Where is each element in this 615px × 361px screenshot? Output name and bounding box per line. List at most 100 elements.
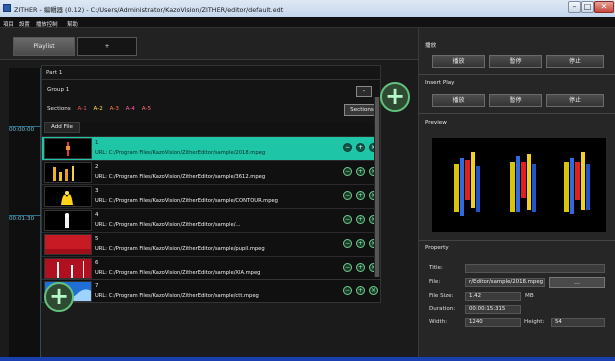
thumbnail bbox=[44, 234, 92, 255]
minus-icon[interactable]: − bbox=[343, 215, 352, 224]
window-title: ZITHER - 編輯器 (0.12) - C:/Users/Administr… bbox=[14, 6, 284, 14]
file-row[interactable]: 6 URL: C:/Program Files/KazoVision/Zithe… bbox=[42, 256, 380, 280]
preview-title: Preview bbox=[425, 120, 447, 126]
file-path-field[interactable]: r/Editor/sample/2018.mpeg bbox=[465, 278, 545, 287]
minus-icon[interactable]: − bbox=[343, 286, 352, 295]
file-number: 3 bbox=[95, 188, 99, 194]
duration-field: 00:00:15:315 bbox=[465, 305, 521, 314]
file-number: 4 bbox=[95, 212, 99, 218]
file-number: 7 bbox=[95, 283, 99, 289]
file-label: File: bbox=[429, 279, 441, 285]
play-button[interactable]: 播放 bbox=[432, 55, 485, 68]
preview-image bbox=[454, 152, 590, 216]
minus-icon[interactable]: − bbox=[343, 263, 352, 272]
plus-icon[interactable]: + bbox=[356, 286, 365, 295]
divider bbox=[419, 113, 615, 114]
thumbnail bbox=[44, 186, 92, 207]
title-field[interactable] bbox=[465, 264, 605, 273]
plus-icon[interactable]: + bbox=[356, 215, 365, 224]
menu-item-playback[interactable]: 播放控制 bbox=[36, 20, 58, 28]
section-tag[interactable]: A-2 bbox=[94, 106, 103, 112]
group-collapse-button[interactable]: - bbox=[356, 86, 372, 97]
playback-section-title: 播放 bbox=[425, 43, 437, 49]
insert-stop-button[interactable]: 停止 bbox=[546, 94, 604, 107]
plus-icon[interactable]: + bbox=[356, 143, 365, 152]
part-label: Part 1 bbox=[46, 70, 63, 76]
app-icon bbox=[3, 4, 11, 12]
insert-play-button[interactable]: 播放 bbox=[432, 94, 485, 107]
thumbnail bbox=[44, 258, 92, 279]
file-row[interactable]: 1 URL: C:/Program Files/KazoVision/Zithe… bbox=[42, 136, 380, 160]
close-button[interactable]: ✕ bbox=[594, 1, 614, 13]
insert-play-title: Insert Play bbox=[425, 80, 455, 86]
file-url: URL: C:/Program Files/KazoVision/ZitherE… bbox=[95, 222, 241, 228]
taskbar-strip bbox=[0, 357, 615, 361]
minus-icon[interactable]: − bbox=[343, 191, 352, 200]
file-number: 2 bbox=[95, 164, 99, 170]
plus-icon[interactable]: + bbox=[356, 167, 365, 176]
file-size-label: File Size: bbox=[429, 293, 454, 299]
file-number: 5 bbox=[95, 236, 99, 242]
minus-icon[interactable]: − bbox=[343, 143, 352, 152]
section-tag[interactable]: A-1 bbox=[77, 106, 86, 112]
file-url: URL: C:/Program Files/KazoVision/ZitherE… bbox=[95, 150, 266, 156]
timeline-ruler: 00:00:00 00:01:30 bbox=[9, 68, 41, 358]
insert-pause-button[interactable]: 暫停 bbox=[489, 94, 542, 107]
group-label: Group 1 bbox=[47, 87, 70, 93]
width-label: Width: bbox=[429, 319, 448, 325]
thumbnail bbox=[44, 162, 92, 183]
add-part-plus-icon[interactable]: + bbox=[44, 282, 74, 312]
tab-strip: Playlist + bbox=[0, 28, 418, 60]
width-field[interactable]: 1240 bbox=[465, 318, 521, 327]
file-url: URL: C:/Program Files/KazoVision/ZitherE… bbox=[95, 174, 266, 180]
playlist-panel: Playlist + 00:00:00 00:01:30 Part 1 Grou… bbox=[0, 28, 418, 361]
sections-list: Sections A-1 A-2 A-3 A-4 A-5 bbox=[47, 106, 151, 112]
group-row[interactable]: Group 1 - Sections A-1 A-2 A-3 A-4 A-5 S… bbox=[42, 80, 380, 122]
thumbnail bbox=[44, 138, 92, 159]
property-title: Property bbox=[425, 245, 449, 251]
file-row[interactable]: 4 URL: C:/Program Files/KazoVision/Zithe… bbox=[42, 208, 380, 232]
title-bar: ZITHER - 編輯器 (0.12) - C:/Users/Administr… bbox=[0, 0, 615, 17]
divider bbox=[419, 74, 615, 75]
section-tag[interactable]: A-5 bbox=[142, 106, 151, 112]
file-size-field: 1.42 bbox=[465, 292, 521, 301]
minus-icon[interactable]: − bbox=[343, 167, 352, 176]
divider bbox=[419, 240, 615, 241]
height-field[interactable]: 54 bbox=[551, 318, 605, 327]
tab-playlist[interactable]: Playlist bbox=[13, 37, 75, 56]
plus-icon[interactable]: + bbox=[356, 239, 365, 248]
maximize-button[interactable]: □ bbox=[581, 1, 594, 13]
plus-icon[interactable]: + bbox=[356, 191, 365, 200]
close-icon[interactable]: × bbox=[369, 286, 378, 295]
add-tab-button[interactable]: + bbox=[77, 37, 137, 56]
add-group-plus-icon[interactable]: + bbox=[380, 82, 410, 112]
part-row[interactable]: Part 1 bbox=[42, 66, 380, 80]
browse-button[interactable]: ... bbox=[549, 277, 605, 288]
stop-button[interactable]: 停止 bbox=[546, 55, 604, 68]
menu-item-help[interactable]: 幫助 bbox=[67, 20, 78, 28]
file-row[interactable]: 3 URL: C:/Program Files/KazoVision/Zithe… bbox=[42, 184, 380, 208]
sections-label: Sections bbox=[47, 106, 71, 112]
file-row[interactable]: 7 URL: C:/Program Files/KazoVision/Zithe… bbox=[41, 279, 381, 303]
add-file-button[interactable]: Add File bbox=[44, 122, 80, 133]
thumbnail bbox=[44, 210, 92, 231]
menu-item-project[interactable]: 項目 bbox=[3, 20, 14, 28]
duration-label: Duration: bbox=[429, 306, 456, 312]
minimize-button[interactable]: – bbox=[568, 1, 581, 13]
video-preview bbox=[432, 138, 606, 232]
pause-button[interactable]: 暫停 bbox=[489, 55, 542, 68]
section-tag[interactable]: A-3 bbox=[110, 106, 119, 112]
minus-icon[interactable]: − bbox=[343, 239, 352, 248]
plus-icon[interactable]: + bbox=[356, 263, 365, 272]
control-panel: 播放 播放 暫停 停止 Insert Play 播放 暫停 停止 Preview bbox=[418, 28, 615, 361]
file-url: URL: C:/Program Files/KazoVision/ZitherE… bbox=[95, 246, 265, 252]
timecode-start: 00:00:00 bbox=[9, 127, 35, 133]
menu-item-settings[interactable]: 設置 bbox=[19, 20, 30, 28]
file-row[interactable]: 2 URL: C:/Program Files/KazoVision/Zithe… bbox=[42, 160, 380, 184]
file-row[interactable]: 5 URL: C:/Program Files/KazoVision/Zithe… bbox=[42, 232, 380, 256]
playlist-tree: Part 1 Group 1 - Sections A-1 A-2 A-3 A-… bbox=[41, 65, 381, 280]
playlist-scrollbar[interactable] bbox=[374, 97, 380, 277]
file-url: URL: C:/Program Files/KazoVision/ZitherE… bbox=[95, 293, 259, 299]
section-tag[interactable]: A-4 bbox=[126, 106, 135, 112]
file-size-unit: MB bbox=[525, 293, 534, 299]
